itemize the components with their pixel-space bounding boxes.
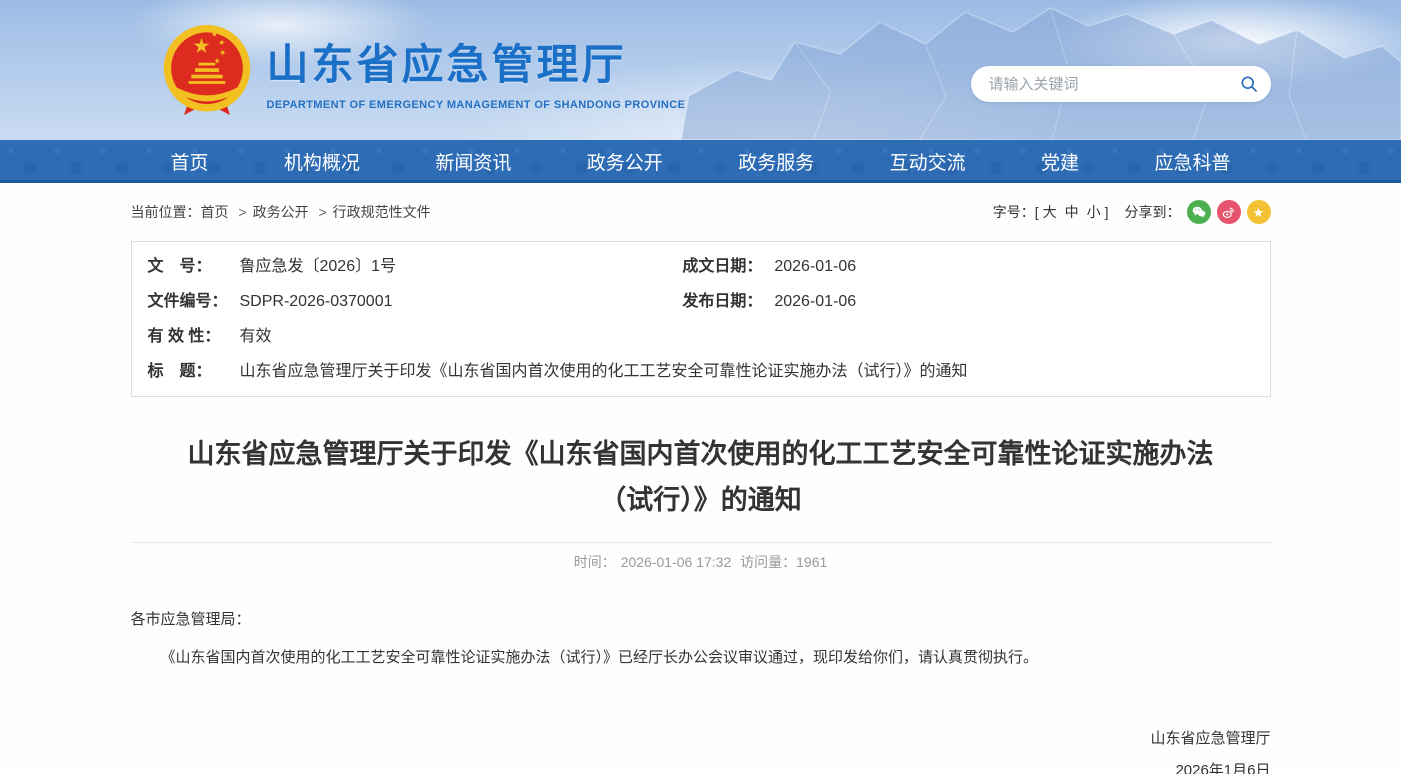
written-date-value: 2026-01-06 bbox=[772, 249, 856, 284]
signature-date: 2026年1月6日 bbox=[131, 755, 1271, 774]
main-nav: 首页 机构概况 新闻资讯 政务公开 政务服务 互动交流 党建 应急科普 bbox=[0, 140, 1401, 183]
article-title: 山东省应急管理厅关于印发《山东省国内首次使用的化工工艺安全可靠性论证实施办法 （… bbox=[131, 431, 1271, 524]
doc-info-row: 文 号： 鲁应急发〔2026〕1号 成文日期： 2026-01-06 bbox=[132, 249, 1270, 284]
breadcrumb-gov-disclosure[interactable]: 政务公开 bbox=[253, 204, 309, 220]
publish-date-cell: 发布日期： 2026-01-06 bbox=[666, 284, 1269, 319]
article-body: 各市应急管理局： 《山东省国内首次使用的化工工艺安全可靠性论证实施办法（试行）》… bbox=[131, 606, 1271, 774]
nav-item-news[interactable]: 新闻资讯 bbox=[435, 148, 511, 175]
time-value: 2026-01-06 17:32 bbox=[621, 554, 732, 570]
font-size-medium[interactable]: 中 bbox=[1065, 202, 1079, 222]
signature-org: 山东省应急管理厅 bbox=[131, 723, 1271, 755]
page-tools: 字号：[ 大 中 小 ] 分享到： bbox=[993, 200, 1271, 224]
wechat-share-button[interactable] bbox=[1187, 200, 1211, 224]
written-date-cell: 成文日期： 2026-01-06 bbox=[666, 249, 1269, 284]
font-size-large[interactable]: 大 bbox=[1043, 202, 1057, 222]
font-size-label: 字号：[ bbox=[993, 202, 1039, 222]
written-date-label: 成文日期： bbox=[666, 249, 772, 284]
file-code-label: 文件编号： bbox=[132, 284, 238, 319]
breadcrumb-home[interactable]: 首页 bbox=[201, 204, 229, 220]
breadcrumb-prefix: 当前位置： bbox=[131, 204, 201, 220]
doc-title-cell: 标 题： 山东省应急管理厅关于印发《山东省国内首次使用的化工工艺安全可靠性论证实… bbox=[132, 354, 1270, 389]
meta-divider bbox=[131, 542, 1271, 543]
signature-block: 山东省应急管理厅 2026年1月6日 bbox=[131, 723, 1271, 774]
nav-item-emergency-science[interactable]: 应急科普 bbox=[1154, 148, 1230, 175]
salutation: 各市应急管理局： bbox=[131, 606, 1271, 635]
toolbar-row: 当前位置：首页 > 政务公开 > 行政规范性文件 字号：[ 大 中 小 ] 分享到： bbox=[131, 199, 1271, 225]
doc-title-label: 标 题： bbox=[132, 354, 238, 389]
doc-number-cell: 文 号： 鲁应急发〔2026〕1号 bbox=[132, 249, 667, 284]
doc-title-value: 山东省应急管理厅关于印发《山东省国内首次使用的化工工艺安全可靠性论证实施办法（试… bbox=[238, 354, 968, 389]
body-paragraph: 《山东省国内首次使用的化工工艺安全可靠性论证实施办法（试行）》已经厅长办公会议审… bbox=[131, 644, 1271, 673]
validity-label: 有 效 性： bbox=[132, 319, 238, 354]
search-input[interactable] bbox=[987, 75, 1239, 94]
time-label: 时间： bbox=[574, 554, 616, 570]
qzone-star-icon: ★ bbox=[1253, 206, 1265, 219]
nav-item-gov-disclosure[interactable]: 政务公开 bbox=[587, 148, 663, 175]
article-title-line2: （试行）》的通知 bbox=[599, 485, 802, 515]
doc-info-row: 标 题： 山东省应急管理厅关于印发《山东省国内首次使用的化工工艺安全可靠性论证实… bbox=[132, 354, 1270, 389]
font-size-small[interactable]: 小 bbox=[1087, 202, 1101, 222]
validity-value: 有效 bbox=[238, 319, 272, 354]
nav-item-interaction[interactable]: 互动交流 bbox=[890, 148, 966, 175]
font-size-suffix: ] bbox=[1105, 204, 1109, 220]
visits-label: 访问量： bbox=[740, 554, 796, 570]
doc-info-row: 有 效 性： 有效 bbox=[132, 319, 1270, 354]
share-label: 分享到： bbox=[1125, 202, 1181, 222]
nav-item-home[interactable]: 首页 bbox=[171, 148, 209, 175]
nav-item-organization[interactable]: 机构概况 bbox=[284, 148, 360, 175]
validity-cell: 有 效 性： 有效 bbox=[132, 319, 1270, 354]
breadcrumb: 当前位置：首页 > 政务公开 > 行政规范性文件 bbox=[131, 202, 431, 222]
publish-date-label: 发布日期： bbox=[666, 284, 772, 319]
breadcrumb-current[interactable]: 行政规范性文件 bbox=[333, 204, 431, 220]
article-title-line1: 山东省应急管理厅关于印发《山东省国内首次使用的化工工艺安全可靠性论证实施办法 bbox=[188, 439, 1214, 469]
content-area: 当前位置：首页 > 政务公开 > 行政规范性文件 字号：[ 大 中 小 ] 分享到： bbox=[131, 199, 1271, 774]
search-button[interactable] bbox=[1239, 74, 1259, 94]
visits-value: 1961 bbox=[796, 554, 827, 570]
doc-info-table: 文 号： 鲁应急发〔2026〕1号 成文日期： 2026-01-06 文件编号：… bbox=[131, 241, 1271, 397]
weibo-share-button[interactable] bbox=[1217, 200, 1241, 224]
site-banner: 山东省应急管理厅 DEPARTMENT OF EMERGENCY MANAGEM… bbox=[0, 0, 1401, 140]
search-box bbox=[971, 66, 1271, 102]
doc-number-label: 文 号： bbox=[132, 249, 238, 284]
nav-item-gov-services[interactable]: 政务服务 bbox=[738, 148, 814, 175]
site-title: 山东省应急管理厅 bbox=[267, 31, 686, 92]
doc-info-row: 文件编号： SDPR-2026-0370001 发布日期： 2026-01-06 bbox=[132, 284, 1270, 319]
site-subtitle: DEPARTMENT OF EMERGENCY MANAGEMENT OF SH… bbox=[267, 99, 686, 111]
nav-item-party-building[interactable]: 党建 bbox=[1041, 148, 1079, 175]
wechat-icon bbox=[1191, 204, 1207, 220]
national-emblem-logo bbox=[161, 22, 253, 120]
page: 山东省应急管理厅 DEPARTMENT OF EMERGENCY MANAGEM… bbox=[0, 0, 1401, 774]
weibo-icon bbox=[1221, 205, 1236, 220]
doc-number-value: 鲁应急发〔2026〕1号 bbox=[238, 249, 397, 284]
breadcrumb-separator: > bbox=[238, 204, 246, 220]
article-meta: 时间： 2026-01-06 17:32 访问量：1961 bbox=[131, 552, 1271, 572]
search-icon bbox=[1239, 74, 1259, 94]
file-code-cell: 文件编号： SDPR-2026-0370001 bbox=[132, 284, 667, 319]
publish-date-value: 2026-01-06 bbox=[772, 284, 856, 319]
qzone-share-button[interactable]: ★ bbox=[1247, 200, 1271, 224]
breadcrumb-separator: > bbox=[318, 204, 326, 220]
brand-text: 山东省应急管理厅 DEPARTMENT OF EMERGENCY MANAGEM… bbox=[267, 31, 686, 111]
file-code-value: SDPR-2026-0370001 bbox=[238, 284, 393, 319]
site-brand[interactable]: 山东省应急管理厅 DEPARTMENT OF EMERGENCY MANAGEM… bbox=[161, 22, 686, 120]
